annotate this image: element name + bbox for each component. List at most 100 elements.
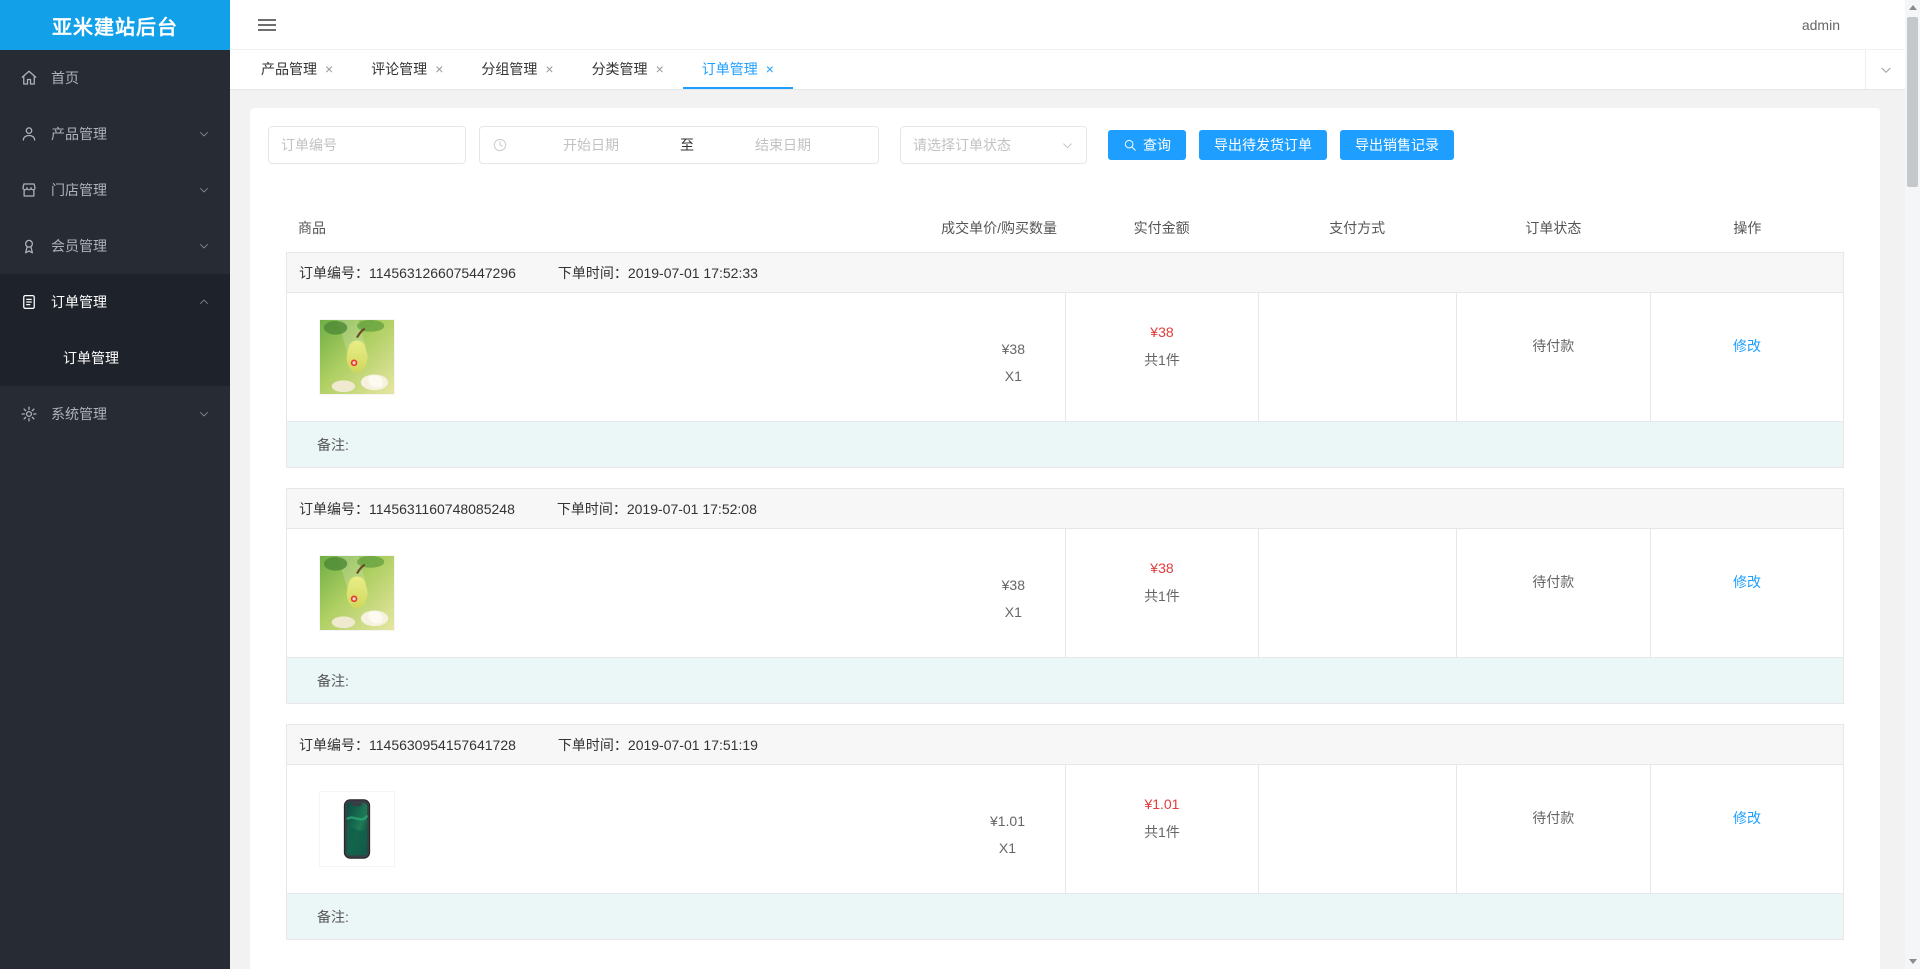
scrollbar-thumb[interactable] <box>1907 17 1918 187</box>
order-no-label: 订单编号： <box>299 264 369 281</box>
unit-price-cell: ¥1.01 X1 <box>990 801 1065 858</box>
page-scrollbar[interactable] <box>1905 0 1920 969</box>
col-product: 商品 <box>298 220 326 236</box>
sidebar-item-products[interactable]: 产品管理 <box>0 106 230 162</box>
tab-groups[interactable]: 分组管理 × <box>462 50 572 89</box>
scroll-up-icon[interactable] <box>1905 0 1920 15</box>
date-end-placeholder: 结束日期 <box>755 137 811 153</box>
main-area: admin 产品管理 × 评论管理 × 分组管理 × 分类管理 × 订单管理 × <box>230 0 1920 969</box>
tab-orders[interactable]: 订单管理 × <box>682 50 793 89</box>
sidebar-item-stores[interactable]: 门店管理 <box>0 162 230 218</box>
table-header-row: 商品 成交单价/购买数量 实付金额 支付方式 订单状态 操作 <box>286 204 1844 252</box>
order-remark: 备注: <box>287 421 1843 467</box>
sidebar-subitem-label: 订单管理 <box>63 350 119 366</box>
action-cell: 修改 <box>1650 529 1843 657</box>
product-image-iphone <box>319 791 395 867</box>
menu-toggle-icon[interactable] <box>258 16 276 34</box>
sidebar-group-orders: 订单管理 订单管理 <box>0 274 230 386</box>
sidebar-item-label: 订单管理 <box>51 294 107 310</box>
order-status-select[interactable]: 请选择订单状态 <box>900 126 1087 164</box>
action-cell: 修改 <box>1650 765 1843 893</box>
order-block: 订单编号：1145631266075447296 下单时间：2019-07-01… <box>286 252 1844 468</box>
order-time-label: 下单时间： <box>557 736 628 753</box>
order-no-value: 1145631160748085248 <box>369 500 515 517</box>
paid-amount: ¥38 <box>1150 560 1174 576</box>
order-row: ¥38 X1 ¥38 共1件 待付款 修改 <box>287 293 1843 421</box>
close-icon[interactable]: × <box>766 61 774 77</box>
tab-label: 评论管理 <box>371 60 428 77</box>
order-time-value: 2019-07-01 17:51:19 <box>627 736 758 753</box>
top-header: admin <box>230 0 1920 50</box>
piece-count: 共1件 <box>1144 588 1180 604</box>
unit-price: ¥1.01 <box>989 812 1025 829</box>
tab-categories[interactable]: 分类管理 × <box>573 50 683 89</box>
edit-link[interactable]: 修改 <box>1733 808 1761 828</box>
sidebar: 亚米建站后台 首页 产品管理 门店管理 会员管理 订单管理 订单管理 系统管理 <box>0 0 230 969</box>
content-area: 开始日期 至 结束日期 请选择订单状态 查询 导出待发货订单 <box>230 90 1920 969</box>
order-time-label: 下单时间： <box>557 264 628 281</box>
sidebar-nav: 首页 产品管理 门店管理 会员管理 订单管理 订单管理 系统管理 <box>0 50 230 969</box>
piece-count: 共1件 <box>1144 824 1180 840</box>
sidebar-item-members[interactable]: 会员管理 <box>0 218 230 274</box>
export-pending-button[interactable]: 导出待发货订单 <box>1199 130 1327 160</box>
sidebar-item-label: 首页 <box>51 70 79 86</box>
close-icon[interactable]: × <box>435 61 443 77</box>
tab-comments[interactable]: 评论管理 × <box>352 50 462 89</box>
quantity: X1 <box>1004 603 1022 620</box>
export-sales-button[interactable]: 导出销售记录 <box>1340 130 1454 160</box>
sidebar-subitem-orders[interactable]: 订单管理 <box>0 330 230 386</box>
order-time-value: 2019-07-01 17:52:08 <box>626 500 757 517</box>
order-header: 订单编号：1145630954157641728 下单时间：2019-07-01… <box>287 725 1843 765</box>
tab-bar: 产品管理 × 评论管理 × 分组管理 × 分类管理 × 订单管理 × <box>230 50 1920 90</box>
sidebar-item-label: 系统管理 <box>51 406 107 422</box>
store-icon <box>20 181 38 199</box>
select-placeholder: 请选择订单状态 <box>913 137 1011 153</box>
close-icon[interactable]: × <box>656 61 664 77</box>
order-no-input[interactable] <box>268 126 466 164</box>
edit-link[interactable]: 修改 <box>1733 572 1761 592</box>
order-header: 订单编号：1145631266075447296 下单时间：2019-07-01… <box>287 253 1843 293</box>
col-order-status: 订单状态 <box>1525 220 1582 236</box>
edit-link[interactable]: 修改 <box>1733 336 1761 356</box>
sidebar-item-home[interactable]: 首页 <box>0 50 230 106</box>
close-icon[interactable]: × <box>325 61 333 77</box>
search-button[interactable]: 查询 <box>1108 130 1186 160</box>
user-menu[interactable]: admin <box>1802 17 1840 33</box>
sidebar-item-system[interactable]: 系统管理 <box>0 386 230 442</box>
action-cell: 修改 <box>1650 293 1843 421</box>
order-icon <box>20 293 38 311</box>
sidebar-item-label: 产品管理 <box>51 126 107 142</box>
piece-count: 共1件 <box>1144 352 1180 368</box>
col-actions: 操作 <box>1733 220 1762 236</box>
order-remark: 备注: <box>287 893 1843 939</box>
pay-method-cell <box>1257 529 1456 657</box>
scroll-down-icon[interactable] <box>1905 954 1920 969</box>
order-time-value: 2019-07-01 17:52:33 <box>627 264 758 281</box>
sidebar-item-orders[interactable]: 订单管理 <box>0 274 230 330</box>
close-icon[interactable]: × <box>545 61 553 77</box>
chevron-down-icon <box>198 184 210 196</box>
unit-price-cell: ¥38 X1 <box>1002 565 1065 622</box>
tab-label: 分组管理 <box>481 60 538 77</box>
product-image-pear <box>319 555 395 631</box>
order-row: ¥1.01 X1 ¥1.01 共1件 待付款 修改 <box>287 765 1843 893</box>
orders-table: 商品 成交单价/购买数量 实付金额 支付方式 订单状态 操作 订单编号：1145… <box>286 204 1844 940</box>
order-no-value: 1145631266075447296 <box>369 264 516 281</box>
order-status: 待付款 <box>1455 293 1651 421</box>
pay-method-cell <box>1257 293 1456 421</box>
chevron-down-icon <box>1880 67 1891 73</box>
date-range-input[interactable]: 开始日期 至 结束日期 <box>479 126 879 164</box>
paid-amount: ¥38 <box>1150 324 1174 340</box>
order-block: 订单编号：1145631160748085248 下单时间：2019-07-01… <box>286 488 1844 704</box>
home-icon <box>20 69 38 87</box>
gear-icon <box>20 405 38 423</box>
sidebar-item-label: 会员管理 <box>51 238 107 254</box>
order-no-label: 订单编号： <box>299 500 369 517</box>
tab-products[interactable]: 产品管理 × <box>242 50 352 89</box>
unit-price-cell: ¥38 X1 <box>1002 329 1065 386</box>
unit-price: ¥38 <box>1001 340 1025 357</box>
date-start-placeholder: 开始日期 <box>563 137 619 153</box>
tab-overflow-button[interactable] <box>1865 50 1905 89</box>
user-icon <box>20 125 38 143</box>
chevron-down-icon <box>198 128 210 140</box>
